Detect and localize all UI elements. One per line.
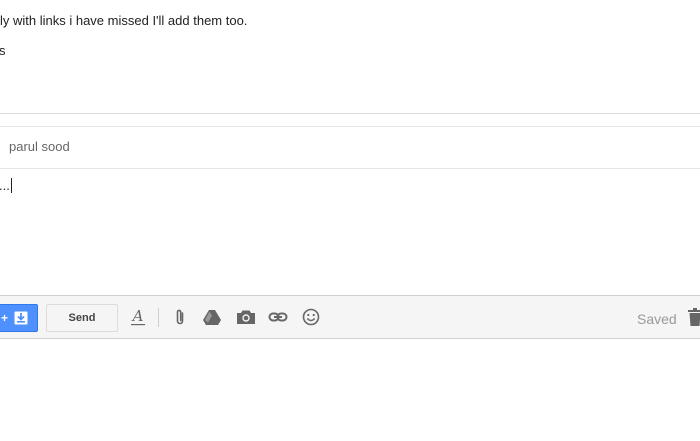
formatting-icon[interactable]: A [128, 307, 148, 327]
quoted-text-line: s [0, 43, 6, 58]
addon-button[interactable]: + [0, 304, 38, 332]
photo-icon[interactable] [236, 307, 256, 327]
recipients-field[interactable]: parul sood [0, 127, 700, 169]
drive-icon[interactable] [202, 307, 222, 327]
compose-toolbar: + Send A Saved [0, 295, 700, 339]
attach-icon[interactable] [170, 307, 190, 327]
download-icon [14, 311, 28, 325]
body-text: ... [0, 178, 10, 193]
plus-icon: + [1, 311, 9, 325]
quoted-text-line: ly with links i have missed I'll add the… [0, 13, 248, 28]
message-body[interactable]: ... [0, 178, 12, 193]
recipient-name[interactable]: parul sood [9, 139, 70, 154]
toolbar-divider [158, 308, 159, 327]
send-button[interactable]: Send [46, 304, 118, 332]
trash-icon[interactable] [688, 307, 700, 327]
link-icon[interactable] [268, 307, 288, 327]
svg-text:A: A [131, 307, 144, 325]
emoji-icon[interactable] [301, 307, 321, 327]
saved-status: Saved [637, 311, 677, 327]
divider [0, 113, 700, 114]
text-cursor [10, 178, 12, 193]
